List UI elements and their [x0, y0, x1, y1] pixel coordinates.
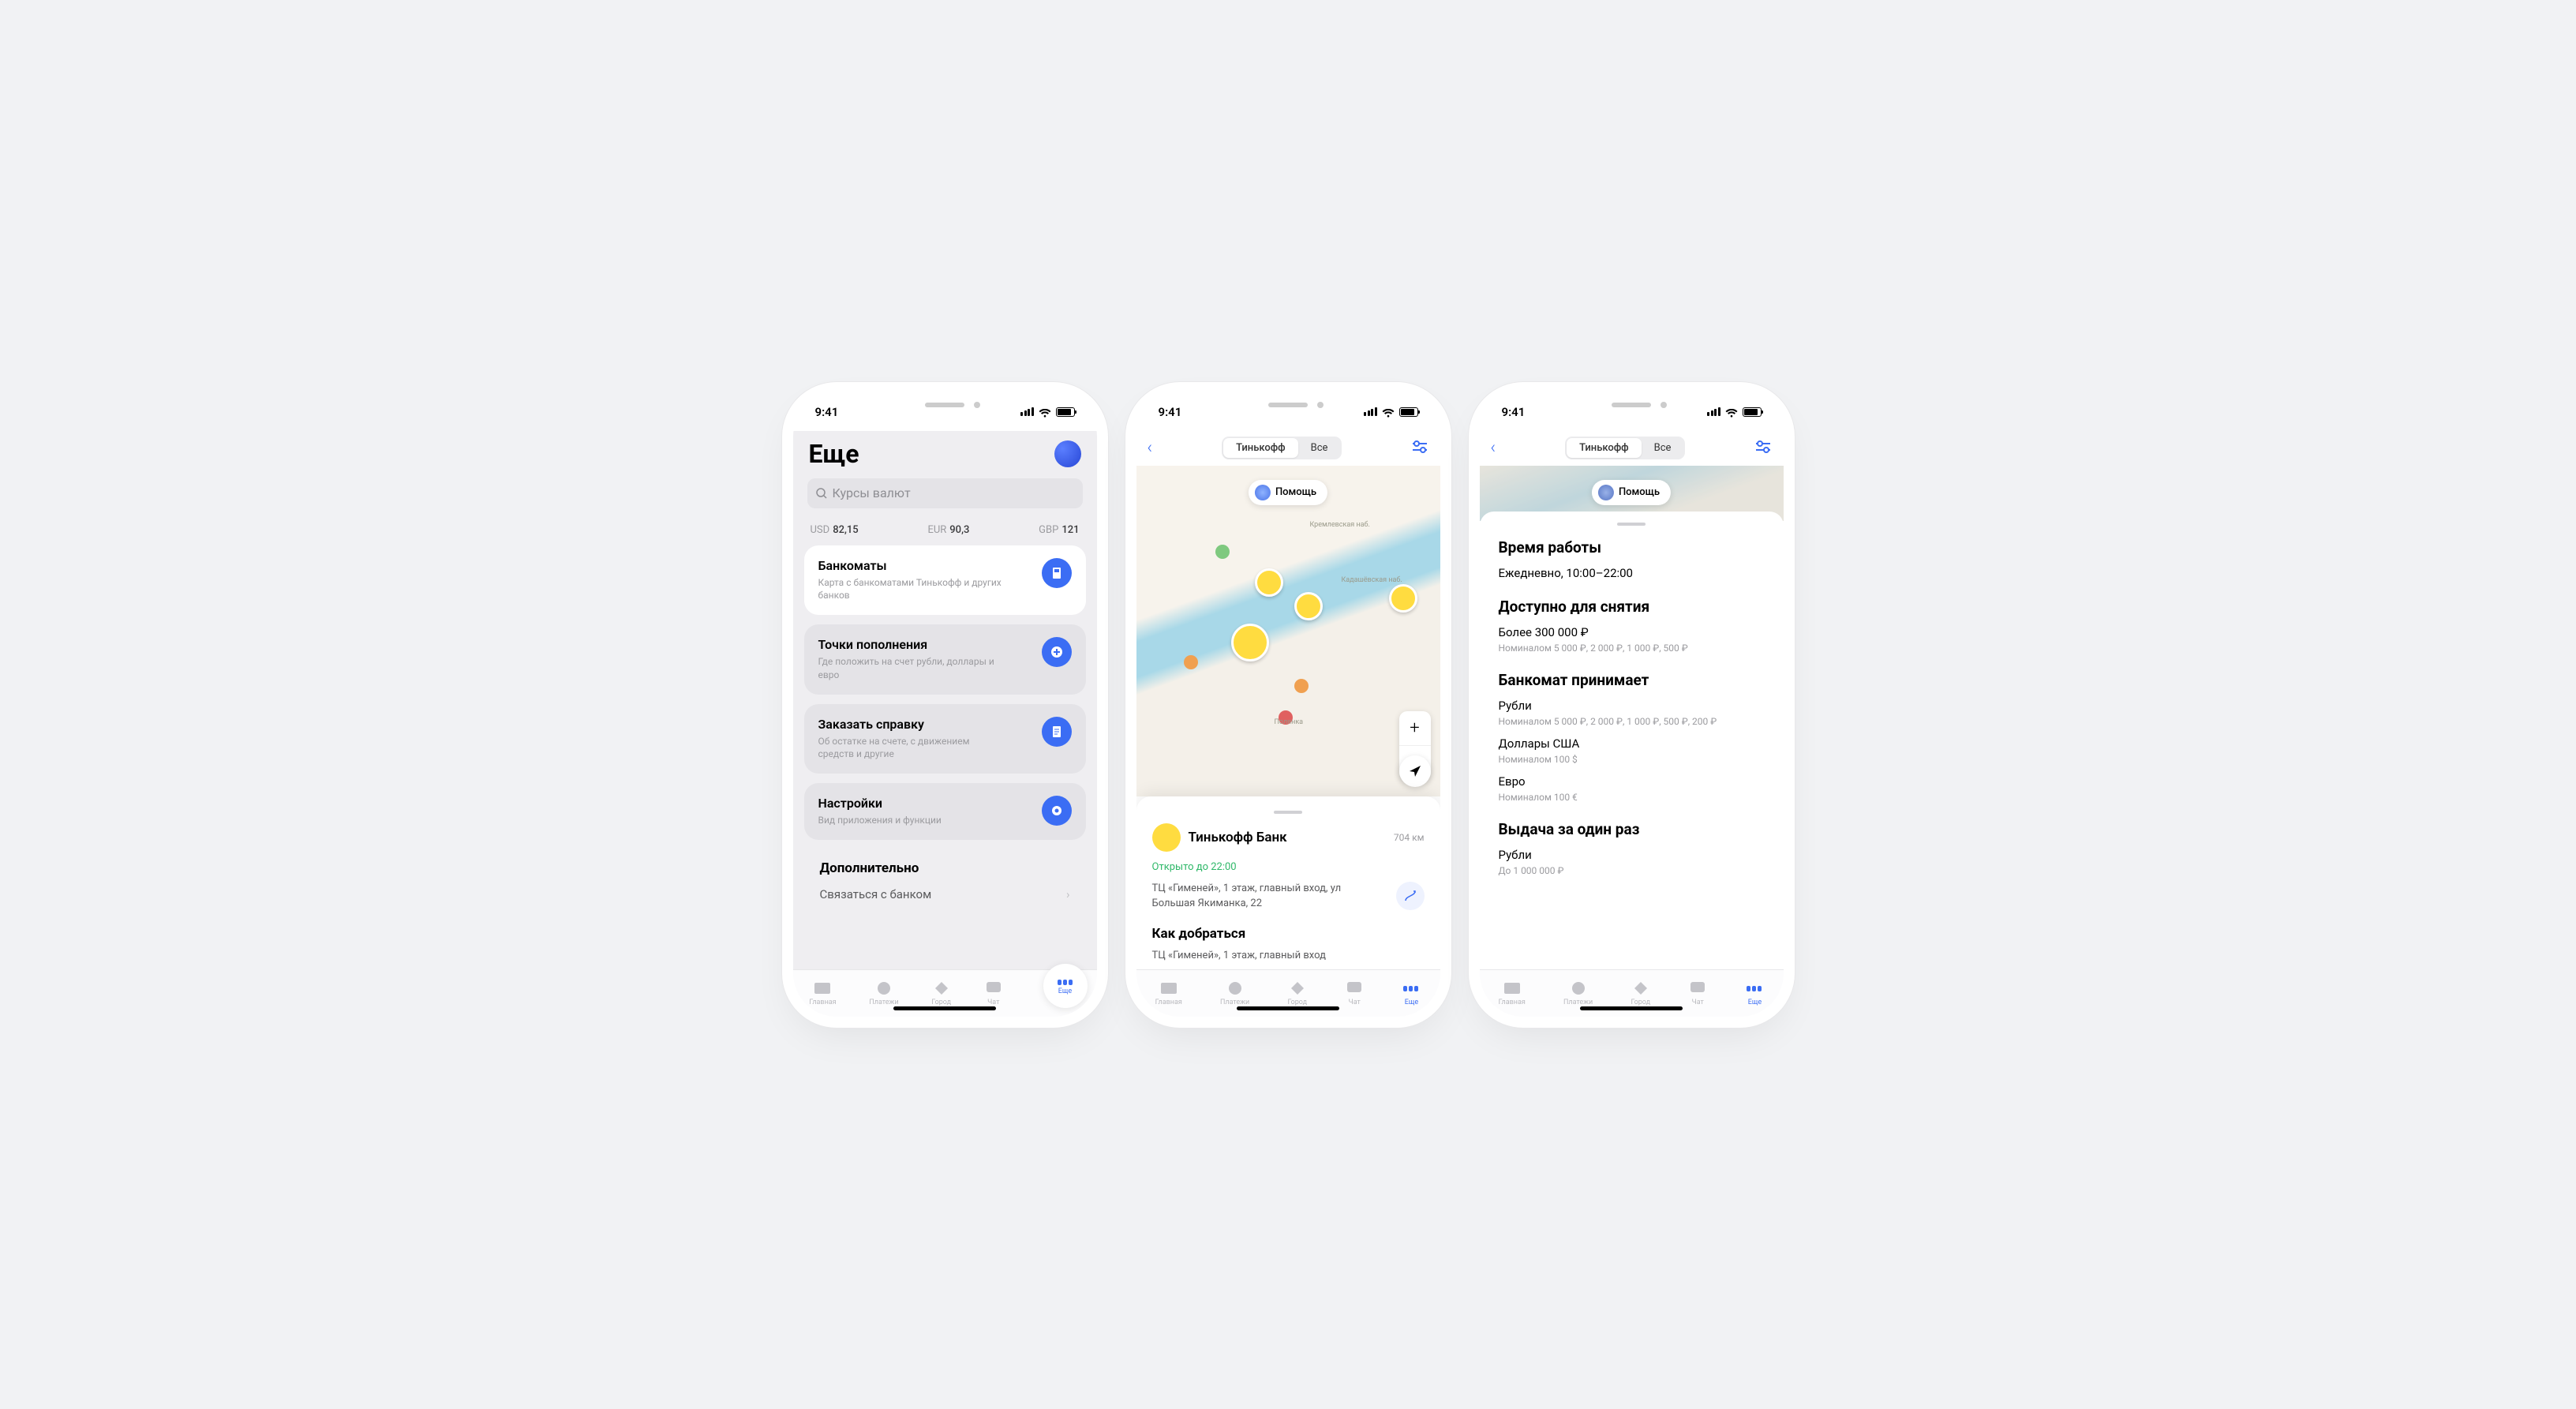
segment-control[interactable]: Тинькофф Все	[1222, 437, 1342, 459]
tab-payments[interactable]: Платежи	[1563, 980, 1593, 1006]
signal-icon	[1020, 407, 1034, 416]
topbar: ‹ Тинькофф Все	[1136, 431, 1440, 466]
search-placeholder: Курсы валют	[833, 485, 911, 500]
more-icon	[1745, 980, 1764, 997]
tab-payments[interactable]: Платежи	[1220, 980, 1249, 1006]
detail-sheet[interactable]: Время работы Ежедневно, 10:00–22:00 Дост…	[1480, 512, 1784, 969]
home-indicator[interactable]	[893, 1006, 996, 1010]
plus-icon	[1042, 637, 1072, 667]
phone-detail-screen: 9:41 ‹ Тинькофф Все Помощь Время работы …	[1480, 393, 1784, 1017]
withdraw-meta: Номиналом 5 000 ₽, 2 000 ₽, 1 000 ₽, 500…	[1499, 643, 1765, 654]
status-time: 9:41	[1159, 405, 1182, 419]
tab-more[interactable]: Еще	[1402, 980, 1421, 1006]
tab-chat[interactable]: Чат	[1345, 980, 1364, 1006]
map-poi	[1294, 679, 1309, 693]
hours-heading: Время работы	[1499, 538, 1765, 556]
dispense-heading: Выдача за один раз	[1499, 820, 1765, 838]
atm-pin[interactable]	[1255, 568, 1283, 597]
distance: 704 км	[1394, 832, 1425, 843]
back-button[interactable]: ‹	[1491, 438, 1496, 458]
tab-chat[interactable]: Чат	[1688, 980, 1707, 1006]
card-statement[interactable]: Заказать справкуОб остатке на счете, с д…	[804, 704, 1086, 774]
more-icon	[1056, 976, 1075, 987]
zoom-in-button[interactable]: +	[1399, 711, 1431, 746]
sheet-handle[interactable]	[1617, 523, 1646, 526]
bank-name: Тинькофф Банк	[1189, 830, 1386, 845]
map-poi	[1215, 545, 1230, 559]
locate-button[interactable]	[1399, 755, 1431, 787]
segment-all[interactable]: Все	[1298, 438, 1341, 458]
help-avatar-icon	[1598, 485, 1614, 500]
topbar: ‹ Тинькофф Все	[1480, 431, 1784, 466]
more-icon	[1402, 980, 1421, 997]
wifi-icon	[1039, 407, 1051, 417]
home-indicator[interactable]	[1580, 1006, 1683, 1010]
home-indicator[interactable]	[1237, 1006, 1339, 1010]
tab-city[interactable]: Город	[931, 980, 951, 1006]
phone-more-screen: 9:41 Еще Курсы валют USD82,15 EUR90,3 GB…	[793, 393, 1097, 1017]
extra-heading: Дополнительно	[820, 860, 1070, 876]
bottom-sheet[interactable]: Тинькофф Банк 704 км Открыто до 22:00 ТЦ…	[1136, 796, 1440, 969]
sheet-handle[interactable]	[1274, 811, 1302, 814]
chevron-right-icon: ›	[1066, 887, 1070, 901]
card-settings[interactable]: НастройкиВид приложения и функции	[804, 783, 1086, 840]
map-poi	[1184, 655, 1198, 669]
withdraw-value: Более 300 000 ₽	[1499, 625, 1765, 639]
address: ТЦ «Гименей», 1 этаж, главный вход, ул Б…	[1152, 881, 1387, 912]
document-icon	[1042, 717, 1072, 747]
atm-icon	[1042, 558, 1072, 588]
atm-pin[interactable]	[1389, 584, 1417, 613]
tab-home[interactable]: Главная	[1499, 980, 1526, 1006]
tab-chat[interactable]: Чат	[984, 980, 1003, 1006]
gear-icon	[1042, 796, 1072, 826]
tab-city[interactable]: Город	[1287, 980, 1307, 1006]
atm-pin-selected[interactable]	[1231, 624, 1269, 661]
help-pill[interactable]: Помощь	[1249, 480, 1327, 505]
diamond-icon	[932, 980, 951, 997]
filter-button[interactable]	[1754, 440, 1772, 457]
page-title: Еще	[809, 439, 859, 469]
search-icon	[815, 487, 828, 500]
circle-icon	[874, 980, 893, 997]
tab-payments[interactable]: Платежи	[869, 980, 898, 1006]
help-avatar-icon	[1255, 485, 1271, 500]
bank-logo-icon	[1152, 823, 1181, 852]
search-input[interactable]: Курсы валют	[807, 478, 1083, 508]
contact-bank-row[interactable]: Связаться с банком ›	[820, 887, 1070, 901]
card-icon	[813, 980, 832, 997]
notch	[886, 393, 1004, 417]
directions-heading: Как добраться	[1152, 926, 1425, 942]
tab-more[interactable]: Еще	[1043, 964, 1088, 1008]
card-topup[interactable]: Точки пополненияГде положить на счет руб…	[804, 624, 1086, 695]
open-status: Открыто до 22:00	[1152, 861, 1425, 873]
segment-control[interactable]: Тинькофф Все	[1565, 437, 1685, 459]
help-pill[interactable]: Помощь	[1592, 480, 1671, 505]
status-time: 9:41	[815, 405, 839, 419]
status-time: 9:41	[1502, 405, 1526, 419]
notch	[1572, 393, 1690, 417]
battery-icon	[1056, 407, 1075, 417]
atm-pin[interactable]	[1294, 592, 1323, 620]
currency-rates: USD82,15 EUR90,3 GBP121	[811, 524, 1080, 536]
accepts-heading: Банкомат принимает	[1499, 671, 1765, 689]
withdraw-heading: Доступно для снятия	[1499, 598, 1765, 616]
hours-value: Ежедневно, 10:00–22:00	[1499, 566, 1765, 580]
directions-text: ТЦ «Гименей», 1 этаж, главный вход	[1152, 950, 1425, 961]
notch	[1229, 393, 1347, 417]
tab-home[interactable]: Главная	[1155, 980, 1182, 1006]
segment-tinkoff[interactable]: Тинькофф	[1223, 438, 1298, 458]
back-button[interactable]: ‹	[1148, 438, 1153, 458]
avatar[interactable]	[1054, 440, 1081, 467]
map[interactable]: Помощь Кремлевская наб. Кадашёвская наб.…	[1136, 466, 1440, 796]
tab-city[interactable]: Город	[1631, 980, 1650, 1006]
segment-all[interactable]: Все	[1642, 438, 1684, 458]
tab-more[interactable]: Еще	[1745, 980, 1764, 1006]
phone-map-screen: 9:41 ‹ Тинькофф Все Помощь Кремлевская н…	[1136, 393, 1440, 1017]
segment-tinkoff[interactable]: Тинькофф	[1567, 438, 1642, 458]
card-atms[interactable]: БанкоматыКарта с банкоматами Тинькофф и …	[804, 545, 1086, 616]
tab-home[interactable]: Главная	[809, 980, 836, 1006]
route-button[interactable]	[1396, 882, 1425, 910]
filter-button[interactable]	[1411, 440, 1428, 457]
chat-icon	[984, 980, 1003, 997]
